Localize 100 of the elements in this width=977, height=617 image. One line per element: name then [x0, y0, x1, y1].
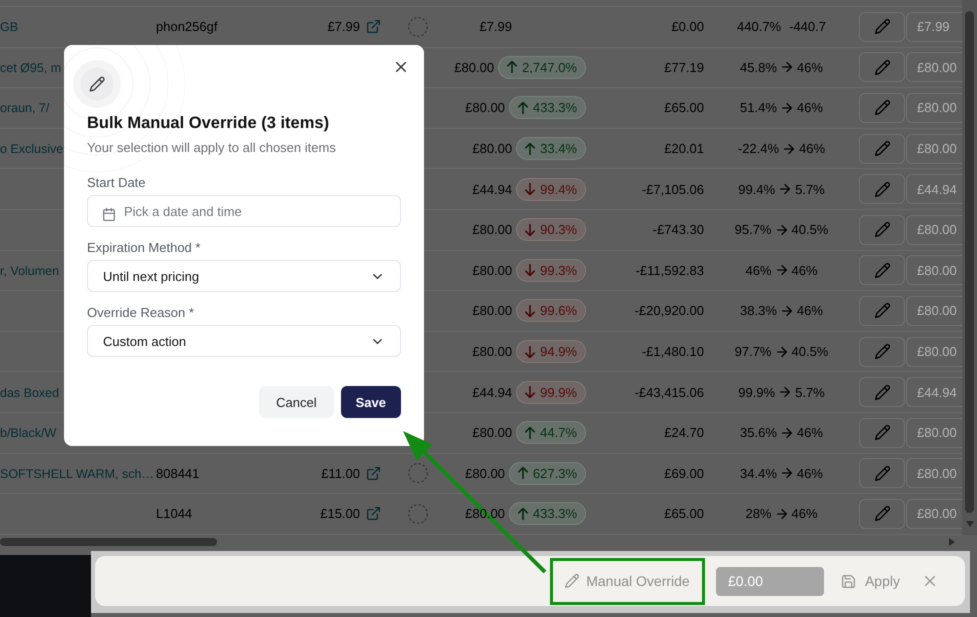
external-link-icon[interactable] — [367, 20, 380, 34]
pencil-icon — [874, 466, 890, 481]
margin-to-text: 46% — [792, 262, 818, 278]
arrow-right-icon — [782, 428, 792, 438]
product-link[interactable]: o Exclusive — [0, 142, 64, 156]
select-field[interactable]: Custom action — [87, 325, 401, 357]
override-price-input[interactable]: £80.00 — [906, 458, 962, 488]
product-link[interactable]: cet Ø95, m — [0, 60, 62, 75]
current-price-text: £80.00 — [472, 141, 512, 156]
edit-button[interactable] — [859, 12, 905, 42]
pencil-icon — [874, 19, 890, 34]
external-link-icon[interactable] — [367, 507, 380, 520]
chevron-down-icon — [373, 274, 382, 278]
margin-to-text: 5.7% — [795, 384, 825, 400]
scroll-right-icon[interactable] — [949, 538, 955, 546]
product-link[interactable]: das Boxed — [0, 386, 60, 400]
current-price-text: £80.00 — [472, 425, 512, 440]
edit-button[interactable] — [859, 336, 905, 367]
arrow-right-icon — [784, 144, 794, 154]
product-link[interactable]: GB — [0, 20, 18, 34]
edit-button[interactable] — [859, 498, 905, 529]
override-price-input[interactable]: £80.00 — [906, 255, 962, 286]
margin-to-text: 40.5% — [792, 222, 828, 238]
edit-button[interactable] — [859, 52, 905, 82]
cost-text: -£7,105.06 — [642, 182, 704, 197]
edit-button[interactable] — [859, 418, 905, 448]
pencil-icon — [73, 60, 121, 108]
override-price-input[interactable]: £44.94 — [906, 377, 962, 408]
scrollbar-thumb[interactable] — [0, 538, 217, 546]
arrow-right-icon — [776, 346, 786, 357]
scrollbar-thumb[interactable] — [965, 11, 974, 513]
edit-button[interactable] — [859, 174, 905, 204]
dashed-circle-icon — [408, 463, 428, 484]
current-price-text: £80.00 — [454, 60, 494, 75]
arrow-right-icon — [780, 387, 790, 398]
external-link-icon[interactable] — [367, 466, 380, 480]
sku-text: 808441 — [156, 466, 200, 481]
override-price-input[interactable]: £80.00 — [906, 52, 962, 82]
current-price-text: £80.00 — [465, 100, 505, 116]
product-link[interactable]: SOFTSHELL WARM, sch… — [0, 466, 154, 481]
arrow-up-icon — [518, 508, 528, 520]
sku-text: phon256gf — [156, 19, 218, 34]
edit-button[interactable] — [859, 377, 905, 408]
override-price-input[interactable]: £7.99 — [906, 12, 962, 42]
override-price-input[interactable]: £80.00 — [906, 498, 962, 529]
edit-button[interactable] — [859, 92, 905, 123]
edit-button[interactable] — [859, 458, 905, 488]
cost-text: £69.00 — [664, 466, 704, 481]
close-icon[interactable] — [396, 62, 406, 72]
margin-to-text: 46% — [792, 506, 818, 522]
change-percent-text: 94.9% — [540, 344, 577, 360]
margin-to-text: 46% — [796, 466, 823, 481]
cancel-button[interactable]: Cancel — [259, 386, 334, 418]
cost-text: £65.00 — [664, 506, 704, 522]
arrow-right-icon — [782, 62, 792, 72]
margin-to-text: -440.7 — [789, 19, 826, 34]
cost-text: -£11,592.83 — [636, 262, 704, 278]
edit-button[interactable] — [859, 134, 905, 164]
override-price-input[interactable]: £44.94 — [906, 174, 962, 204]
change-percent-text: 433.3% — [532, 506, 577, 522]
change-percent-text: 2,747.0% — [522, 60, 577, 75]
override-price-input[interactable]: £80.00 — [906, 92, 962, 123]
margin-to-text: 46% — [796, 60, 823, 75]
edit-button[interactable] — [859, 255, 905, 286]
change-percent-text: 99.6% — [540, 303, 577, 318]
margin-from-text: 99.9% — [738, 384, 776, 400]
override-price-input[interactable]: £80.00 — [906, 418, 962, 448]
margin-to-text: 46% — [796, 100, 823, 116]
change-percent-text: 90.3% — [540, 222, 577, 238]
vertical-scrollbar[interactable] — [962, 0, 977, 535]
pencil-icon — [874, 182, 890, 197]
override-price-input[interactable]: £80.00 — [906, 336, 962, 367]
product-link[interactable]: b/Black/W — [0, 426, 56, 440]
change-percent-text: 99.9% — [540, 384, 577, 400]
margin-from-text: 440.7% — [737, 19, 782, 34]
pencil-icon — [874, 425, 890, 440]
date-field[interactable]: Pick a date and time — [87, 195, 401, 227]
select-field[interactable]: Until next pricing — [87, 260, 401, 292]
price-text: £11.00 — [321, 466, 360, 481]
cost-text: £24.70 — [664, 425, 704, 440]
change-percent-text: 433.3% — [532, 100, 577, 116]
cost-text: £0.00 — [671, 19, 704, 34]
pencil-icon — [874, 303, 890, 318]
override-price-input[interactable]: £80.00 — [906, 214, 962, 245]
save-button[interactable]: Save — [340, 386, 401, 418]
product-link[interactable]: oraun, 7/ — [0, 101, 50, 116]
override-price-input[interactable]: £80.00 — [906, 134, 962, 164]
margin-from-text: 35.6% — [740, 425, 777, 440]
margin-from-text: 38.3% — [740, 303, 777, 318]
edit-button[interactable] — [859, 214, 905, 245]
arrow-right-icon — [782, 468, 792, 478]
cost-text: -£20,920.00 — [634, 303, 704, 318]
product-link[interactable]: r, Volumen — [0, 264, 60, 278]
override-price-input[interactable]: £80.00 — [906, 296, 962, 326]
edit-button[interactable] — [859, 296, 905, 326]
pencil-icon — [874, 60, 890, 75]
arrow-down-icon — [525, 264, 536, 276]
arrow-right-icon — [780, 184, 790, 194]
pencil-icon — [874, 222, 890, 238]
arrow-down-icon — [525, 183, 536, 196]
